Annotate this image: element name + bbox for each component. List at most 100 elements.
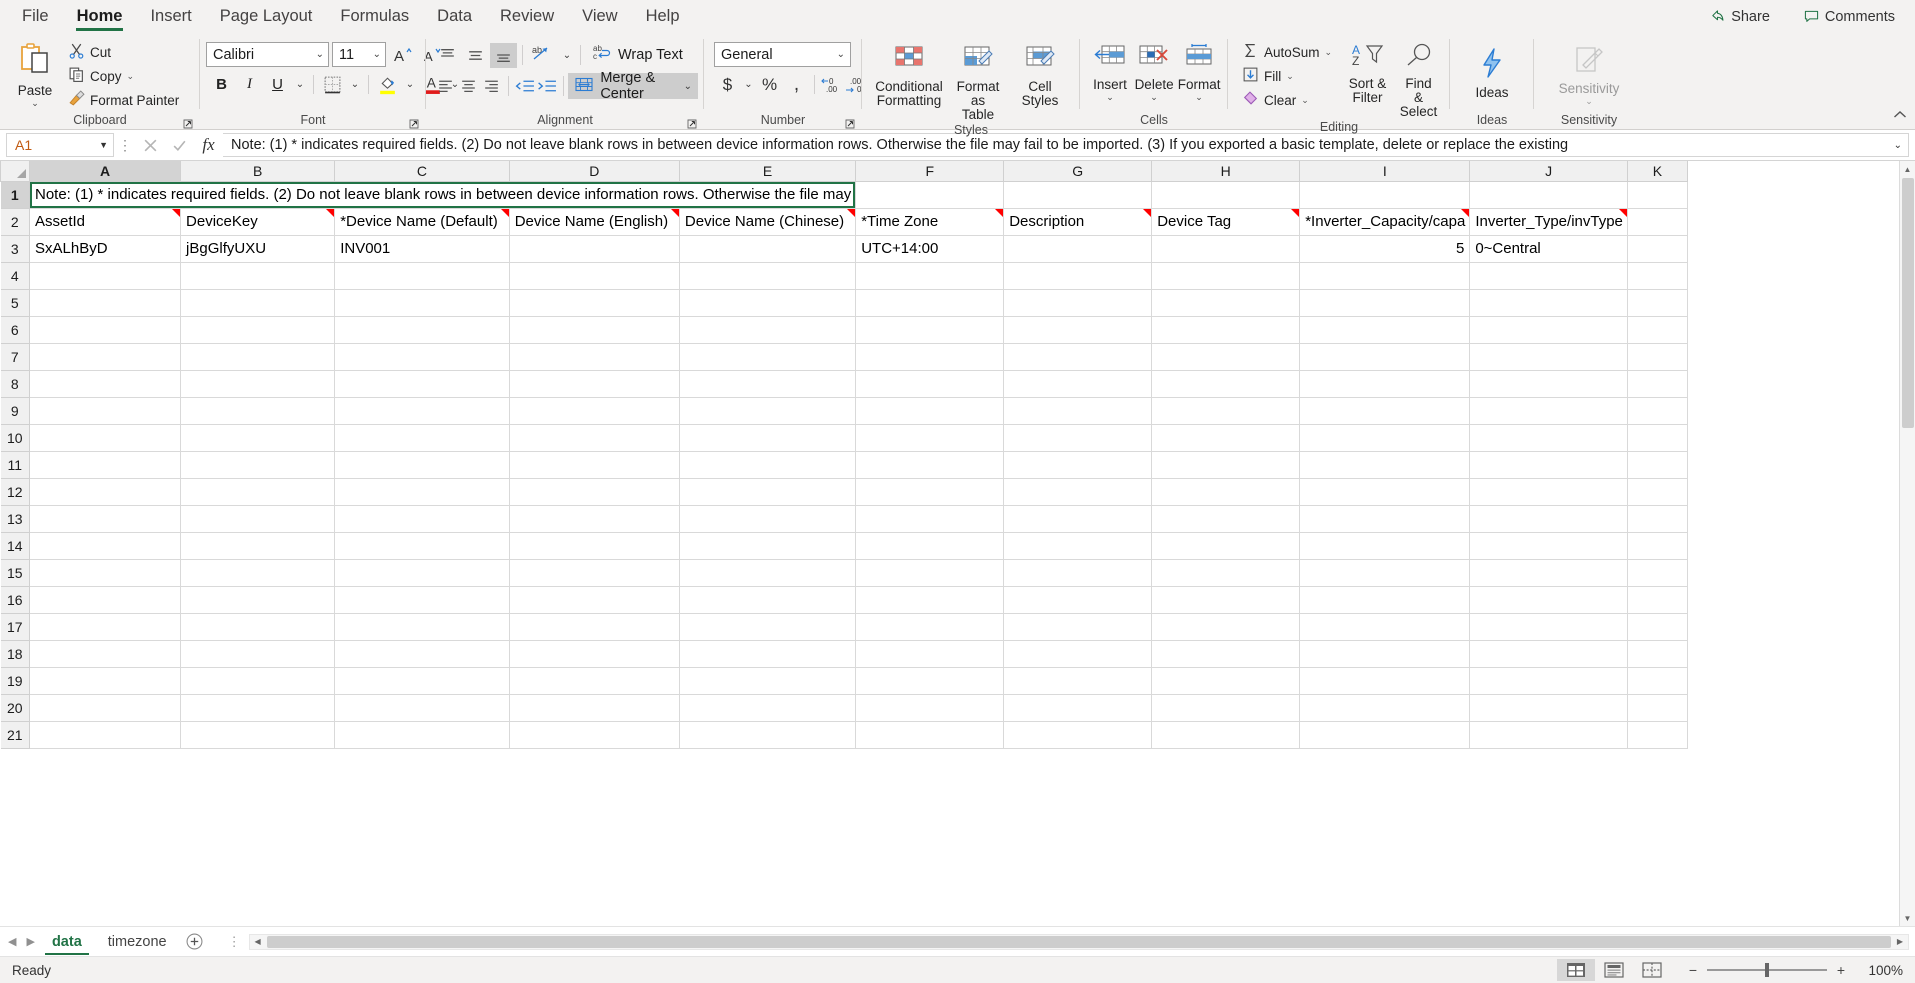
formula-bar-grip[interactable]: ⋮	[114, 137, 136, 154]
find-and-select-button[interactable]: Find & Select	[1393, 39, 1444, 119]
horizontal-scrollbar-thumb[interactable]	[266, 935, 1891, 948]
bold-button[interactable]: B	[208, 72, 235, 97]
cell-H16[interactable]	[1151, 585, 1301, 614]
cell-E21[interactable]	[678, 720, 857, 749]
zoom-in-button[interactable]: +	[1835, 962, 1847, 978]
comments-button[interactable]: Comments	[1796, 6, 1903, 28]
cell-G2[interactable]: Description	[1003, 207, 1153, 236]
cell-D8[interactable]	[508, 369, 680, 398]
cell-C5[interactable]	[334, 288, 510, 317]
cell-F2[interactable]: *Time Zone	[855, 207, 1005, 236]
cell-F8[interactable]	[855, 369, 1005, 398]
cell-G5[interactable]	[1003, 288, 1153, 317]
cell-C12[interactable]	[334, 477, 510, 506]
cell-G14[interactable]	[1003, 531, 1153, 560]
borders-chevron-down-icon[interactable]: ⌄	[347, 72, 363, 97]
italic-button[interactable]: I	[236, 72, 263, 97]
ribbon-tab-review[interactable]: Review	[486, 0, 568, 33]
cell-C18[interactable]	[334, 639, 510, 668]
fill-color-chevron-down-icon[interactable]: ⌄	[402, 72, 418, 97]
cell-E10[interactable]	[678, 423, 857, 452]
merge-chevron-down-icon[interactable]: ⌄	[684, 81, 692, 92]
insert-cells-button[interactable]: Insert ⌄	[1088, 40, 1132, 102]
merge-and-center-button[interactable]: Merge & Center ⌄	[568, 70, 699, 102]
scroll-up-arrow-icon[interactable]: ▲	[1900, 161, 1915, 177]
ribbon-tab-view[interactable]: View	[568, 0, 631, 33]
cell-H2[interactable]: Device Tag	[1151, 207, 1301, 236]
cell-I13[interactable]	[1299, 504, 1471, 533]
row-header-1[interactable]: 1	[0, 180, 30, 209]
cell-B9[interactable]	[180, 396, 336, 425]
cell-I8[interactable]	[1299, 369, 1471, 398]
cell-F11[interactable]	[855, 450, 1005, 479]
cell-A6[interactable]	[28, 315, 182, 344]
column-header-J[interactable]: J	[1469, 161, 1628, 182]
wrap-text-button[interactable]: ab c Wrap Text	[586, 42, 689, 68]
autosum-chevron-down-icon[interactable]: ⌄	[1325, 47, 1333, 58]
accounting-chevron-down-icon[interactable]: ⌄	[741, 72, 756, 97]
row-header-4[interactable]: 4	[0, 261, 30, 290]
sheet-tab-resize-grip[interactable]: ⋮	[220, 934, 249, 950]
cell-K3[interactable]	[1626, 234, 1688, 263]
cell-K16[interactable]	[1626, 585, 1688, 614]
cell-B21[interactable]	[180, 720, 336, 749]
increase-font-size-button[interactable]: A	[389, 42, 416, 67]
paste-chevron-down-icon[interactable]: ⌄	[31, 99, 39, 108]
format-as-table-button[interactable]: Format as Table	[946, 40, 1010, 122]
cell-J14[interactable]	[1469, 531, 1628, 560]
cell-A2[interactable]: AssetId	[28, 207, 182, 236]
vertical-scrollbar-thumb[interactable]	[1901, 178, 1914, 428]
sheet-nav-last-icon[interactable]: ▶	[26, 935, 34, 948]
column-header-B[interactable]: B	[180, 161, 336, 182]
align-center-button[interactable]	[457, 74, 479, 99]
insert-function-button[interactable]: fx	[194, 133, 223, 157]
cell-F7[interactable]	[855, 342, 1005, 371]
cell-D10[interactable]	[508, 423, 680, 452]
cell-A3[interactable]: SxALhByD	[28, 234, 182, 263]
cell-I16[interactable]	[1299, 585, 1471, 614]
cell-J3[interactable]: 0~Central	[1469, 234, 1628, 263]
cell-C17[interactable]	[334, 612, 510, 641]
cell-J11[interactable]	[1469, 450, 1628, 479]
cell-A16[interactable]	[28, 585, 182, 614]
cell-D12[interactable]	[508, 477, 680, 506]
cell-E18[interactable]	[678, 639, 857, 668]
cell-B3[interactable]: jBgGlfyUXU	[180, 234, 336, 263]
ribbon-tab-page-layout[interactable]: Page Layout	[206, 0, 327, 33]
cell-F17[interactable]	[855, 612, 1005, 641]
sheet-tab-timezone[interactable]: timezone	[95, 929, 180, 955]
cell-A17[interactable]	[28, 612, 182, 641]
add-sheet-button[interactable]	[180, 929, 210, 955]
zoom-handle[interactable]	[1765, 963, 1769, 977]
cell-K8[interactable]	[1626, 369, 1688, 398]
cell-D3[interactable]	[508, 234, 680, 263]
decrease-indent-button[interactable]	[514, 74, 535, 99]
cell-K21[interactable]	[1626, 720, 1688, 749]
clipboard-dialog-launcher-icon[interactable]	[183, 117, 194, 129]
cell-C15[interactable]	[334, 558, 510, 587]
cell-B13[interactable]	[180, 504, 336, 533]
cell-B2[interactable]: DeviceKey	[180, 207, 336, 236]
cell-J15[interactable]	[1469, 558, 1628, 587]
cell-E12[interactable]	[678, 477, 857, 506]
cell-H3[interactable]	[1151, 234, 1301, 263]
font-size-input[interactable]: 11 ⌄	[332, 42, 386, 67]
fill-button[interactable]: Fill ⌄	[1238, 64, 1336, 88]
cell-D5[interactable]	[508, 288, 680, 317]
underline-chevron-down-icon[interactable]: ⌄	[292, 72, 308, 97]
cell-H18[interactable]	[1151, 639, 1301, 668]
cell-C13[interactable]	[334, 504, 510, 533]
cell-B20[interactable]	[180, 693, 336, 722]
page-break-preview-button[interactable]	[1633, 959, 1671, 981]
cell-F15[interactable]	[855, 558, 1005, 587]
cell-A19[interactable]	[28, 666, 182, 695]
cell-J7[interactable]	[1469, 342, 1628, 371]
cell-H15[interactable]	[1151, 558, 1301, 587]
cell-H17[interactable]	[1151, 612, 1301, 641]
name-box-chevron-down-icon[interactable]: ▼	[99, 140, 108, 150]
ribbon-tab-file[interactable]: File	[8, 0, 63, 33]
cell-J12[interactable]	[1469, 477, 1628, 506]
cell-B7[interactable]	[180, 342, 336, 371]
cell-D13[interactable]	[508, 504, 680, 533]
cell-K15[interactable]	[1626, 558, 1688, 587]
